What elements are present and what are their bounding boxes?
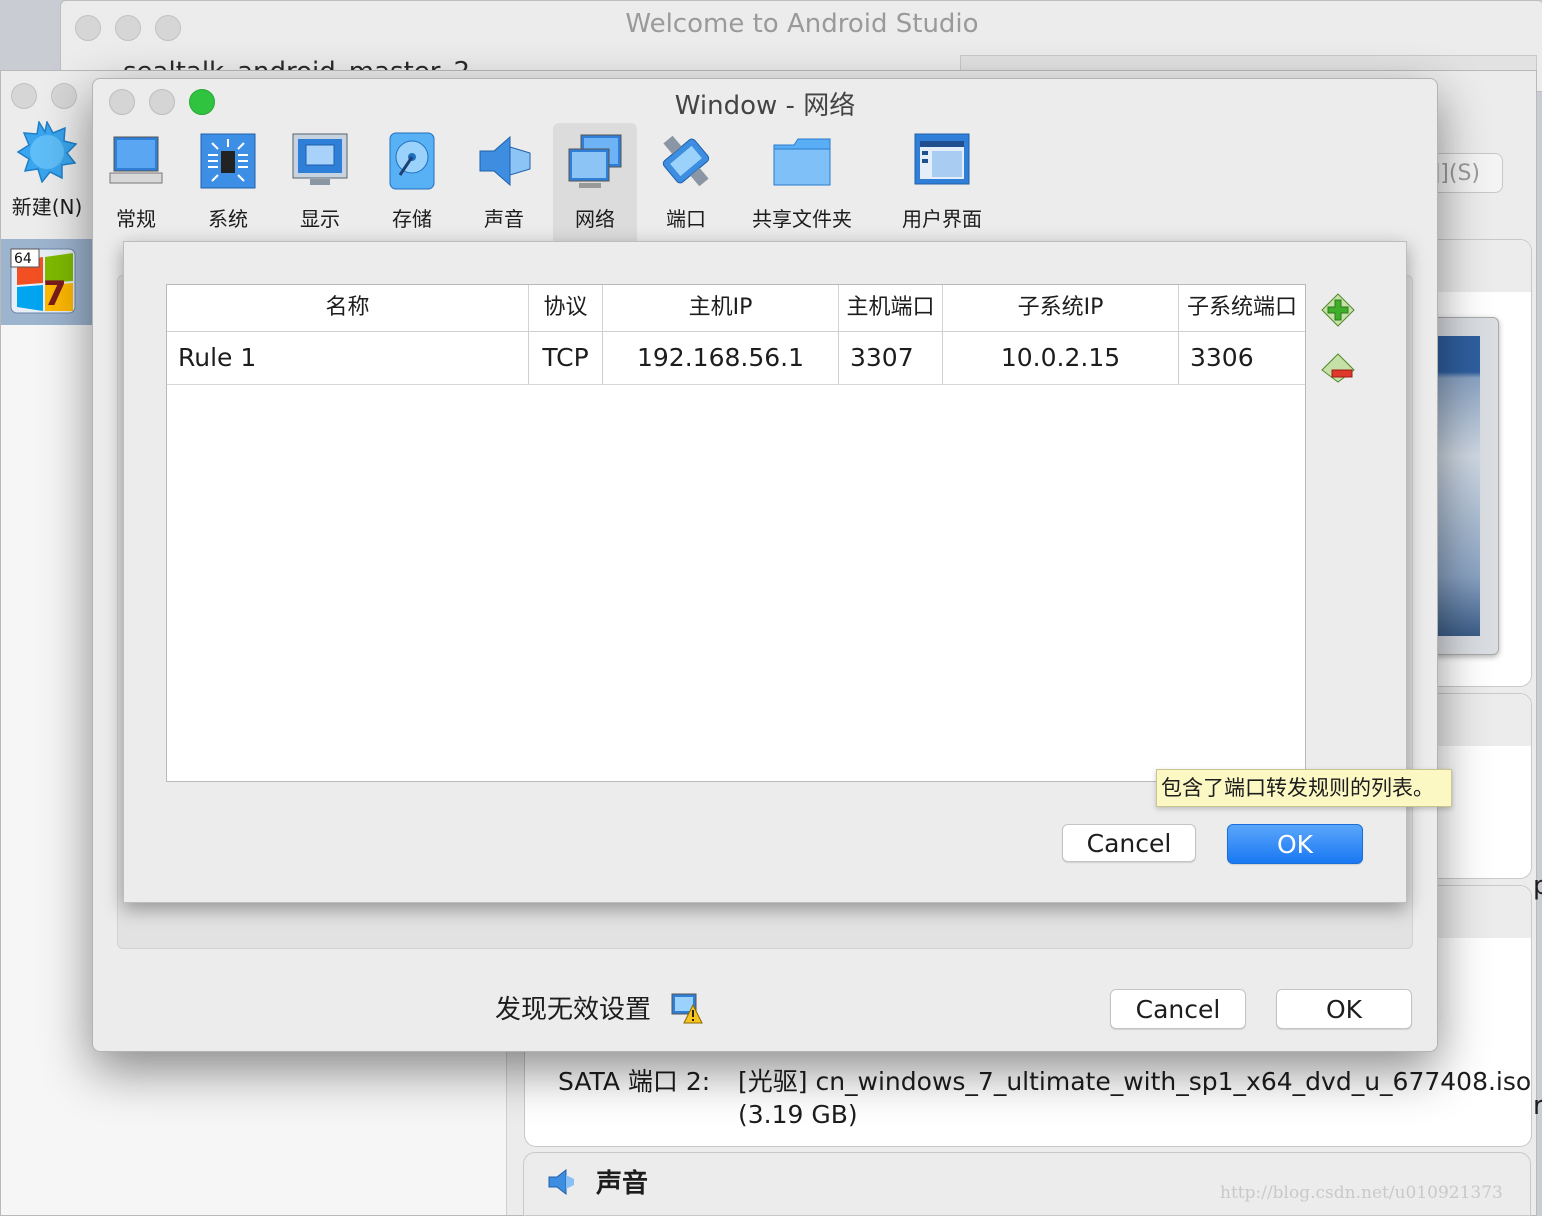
rule-guest-port-cell[interactable]: 3306	[1179, 332, 1305, 384]
new-star-icon	[16, 119, 78, 184]
rule-name-cell[interactable]: Rule 1	[167, 332, 529, 384]
tab-shared-folders[interactable]: 共享文件夹	[741, 123, 863, 241]
table-row[interactable]: Rule 1 TCP 192.168.56.1 3307 10.0.2.15 3…	[167, 332, 1305, 385]
column-header-host-ip[interactable]: 主机IP	[603, 285, 839, 331]
vm-version-number: 7	[43, 274, 67, 314]
tab-system[interactable]: 系统	[191, 123, 265, 241]
tab-storage[interactable]: 存储	[375, 123, 449, 241]
column-header-guest-port[interactable]: 子系统端口	[1179, 285, 1305, 331]
rule-host-port-cell[interactable]: 3307	[839, 332, 943, 384]
storage-sata-row: SATA 端口 2: [光驱] cn_windows_7_ultimate_wit…	[558, 1062, 1531, 1098]
edge-text-r: r	[1533, 1091, 1542, 1121]
network-icon	[568, 134, 622, 188]
table-header: 名称 协议 主机IP 主机端口 子系统IP 子系统端口	[167, 285, 1305, 332]
port-forwarding-cancel-button[interactable]: Cancel	[1062, 824, 1196, 862]
minimize-button[interactable]	[51, 83, 77, 109]
port-forwarding-ok-button[interactable]: OK	[1227, 824, 1363, 864]
serial-port-icon	[662, 135, 710, 187]
column-header-guest-ip[interactable]: 子系统IP	[943, 285, 1179, 331]
invalid-settings-label: 发现无效设置	[495, 995, 652, 1025]
vm-list-item[interactable]: 64 7	[1, 239, 93, 325]
tab-label: 显示	[300, 207, 340, 231]
tab-user-interface[interactable]: 用户界面	[881, 123, 1003, 241]
new-vm-button[interactable]: 新建(N)	[7, 119, 87, 220]
tab-network[interactable]: 网络	[553, 123, 637, 241]
sata-port-label: SATA 端口 2:	[558, 1067, 711, 1096]
audio-speaker-icon	[548, 1168, 574, 1196]
rule-protocol-cell[interactable]: TCP	[529, 332, 603, 384]
tab-label: 声音	[484, 207, 524, 231]
port-forwarding-rules-table[interactable]: 名称 协议 主机IP 主机端口 子系统IP 子系统端口 Rule 1 TCP 1…	[166, 284, 1306, 782]
dialog-title: Window - 网络	[674, 91, 856, 121]
window-title: Welcome to Android Studio	[625, 9, 979, 39]
sata-size: (3.19 GB)	[738, 1100, 858, 1129]
audio-speaker-icon	[479, 135, 531, 187]
tab-label: 共享文件夹	[752, 207, 852, 231]
edge-text-p: p	[1533, 871, 1542, 901]
column-header-name[interactable]: 名称	[167, 285, 529, 331]
vm-arch-badge: 64	[14, 251, 32, 267]
add-rule-icon[interactable]	[1320, 292, 1356, 328]
general-icon	[109, 136, 163, 184]
rule-guest-ip-cell[interactable]: 10.0.2.15	[943, 332, 1179, 384]
tab-serial-ports[interactable]: 端口	[649, 123, 723, 241]
shared-folder-icon	[773, 138, 831, 186]
tab-label: 常规	[116, 207, 156, 231]
tab-label: 系统	[208, 207, 248, 231]
windows7-icon: 64 7	[10, 248, 76, 314]
tab-display[interactable]: 显示	[283, 123, 357, 241]
tab-audio[interactable]: 声音	[467, 123, 541, 241]
column-header-host-port[interactable]: 主机端口	[839, 285, 943, 331]
settings-cancel-button[interactable]: Cancel	[1110, 989, 1246, 1029]
tab-label: 端口	[666, 207, 706, 231]
rule-host-ip-cell[interactable]: 192.168.56.1	[603, 332, 839, 384]
remove-rule-icon[interactable]	[1320, 350, 1356, 386]
new-vm-label: 新建(N)	[11, 195, 83, 219]
user-interface-icon	[914, 133, 970, 185]
audio-section-title: 声音	[596, 1169, 649, 1199]
column-header-protocol[interactable]: 协议	[529, 285, 603, 331]
sata-port-value: [光驱] cn_windows_7_ultimate_with_sp1_x64_…	[738, 1067, 1532, 1096]
settings-ok-button[interactable]: OK	[1276, 989, 1412, 1029]
tab-label: 存储	[392, 207, 432, 231]
storage-disk-icon	[389, 132, 435, 190]
watermark-text: http://blog.csdn.net/u010921373	[1220, 1183, 1503, 1203]
tab-general[interactable]: 常规	[101, 123, 171, 241]
close-button[interactable]	[11, 83, 37, 109]
tab-label: 网络	[575, 207, 615, 231]
display-monitor-icon	[292, 133, 348, 185]
rules-table-tooltip: 包含了端口转发规则的列表。	[1156, 769, 1452, 807]
system-chip-icon	[200, 133, 256, 189]
tab-label: 用户界面	[902, 207, 982, 231]
warning-icon[interactable]	[671, 993, 703, 1025]
